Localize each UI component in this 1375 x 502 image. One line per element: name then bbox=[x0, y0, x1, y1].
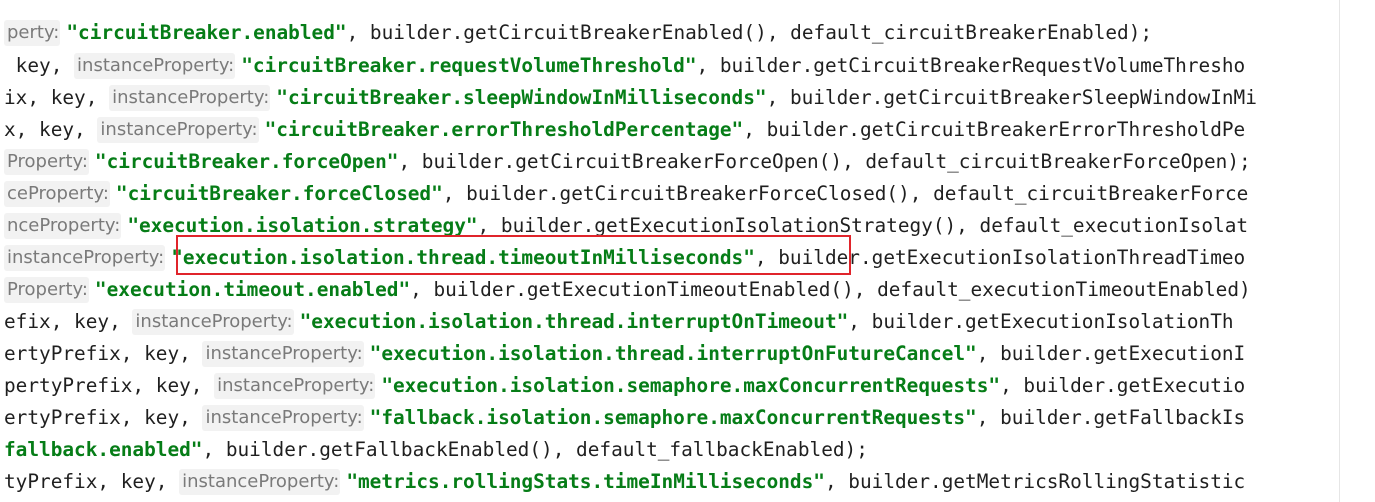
code-line-3[interactable]: ix, key, instanceProperty: "circuitBreake… bbox=[4, 82, 1257, 114]
code-rest: , builder.getExecutionTimeoutEnabled(), … bbox=[410, 278, 1251, 301]
code-line-5[interactable]: Property: "circuitBreaker.forceOpen", bui… bbox=[4, 146, 1251, 178]
property-key-string: "execution.timeout.enabled" bbox=[94, 278, 411, 301]
property-key-string: "execution.isolation.thread.timeoutInMil… bbox=[171, 246, 755, 269]
code-rest: , builder.getCircuitBreakerRequestVolume… bbox=[696, 54, 1246, 77]
code-prefix: efix, key, bbox=[4, 310, 133, 333]
code-line-13[interactable]: ertyPrefix, key, instanceProperty: "fallb… bbox=[4, 402, 1245, 434]
property-key-string: "circuitBreaker.forceOpen" bbox=[94, 150, 399, 173]
property-key-string: "circuitBreaker.errorThresholdPercentage… bbox=[264, 118, 744, 141]
property-key-string: "execution.isolation.thread.interruptOnF… bbox=[369, 342, 977, 365]
property-key-string: "execution.isolation.semaphore.maxConcur… bbox=[381, 374, 1001, 397]
parameter-hint: instanceProperty: bbox=[202, 405, 364, 431]
code-rest: , builder.getExecutionI bbox=[976, 342, 1246, 365]
property-key-string: "execution.isolation.thread.interruptOnT… bbox=[299, 310, 849, 333]
code-prefix: tyPrefix, key, bbox=[4, 470, 180, 493]
code-line-2[interactable]: key, instanceProperty: "circuitBreaker.re… bbox=[4, 50, 1245, 82]
code-rest: , builder.getCircuitBreakerEnabled(), de… bbox=[346, 21, 1153, 44]
property-key-string: "fallback.isolation.semaphore.maxConcurr… bbox=[369, 406, 977, 429]
parameter-hint: instanceProperty: bbox=[214, 373, 376, 399]
code-prefix: key, bbox=[4, 54, 75, 77]
parameter-hint: instanceProperty: bbox=[109, 85, 271, 111]
code-line-10[interactable]: efix, key, instanceProperty: "execution.i… bbox=[4, 306, 1234, 338]
parameter-hint: nceProperty: bbox=[4, 213, 122, 239]
parameter-hint: instanceProperty: bbox=[74, 53, 236, 79]
property-key-string: "execution.isolation.strategy" bbox=[127, 214, 478, 237]
code-rest: , builder.getExecutionIsolationThreadTim… bbox=[754, 246, 1246, 269]
code-rest: , builder.getFallbackIs bbox=[976, 406, 1246, 429]
code-line-4[interactable]: x, key, instanceProperty: "circuitBreaker… bbox=[4, 114, 1245, 146]
parameter-hint: instanceProperty: bbox=[202, 341, 364, 367]
code-line-14[interactable]: fallback.enabled", builder.getFallbackEn… bbox=[4, 434, 868, 466]
parameter-hint: Property: bbox=[4, 149, 89, 175]
parameter-hint: ceProperty: bbox=[4, 181, 110, 207]
code-rest: , builder.getMetricsRollingStatistic bbox=[824, 470, 1246, 493]
parameter-hint: instanceProperty: bbox=[179, 469, 341, 495]
parameter-hint: instanceProperty: bbox=[132, 309, 294, 335]
code-editor[interactable]: perty: "circuitBreaker.enabled", builder.… bbox=[0, 0, 1375, 502]
code-line-1[interactable]: perty: "circuitBreaker.enabled", builder.… bbox=[4, 17, 1152, 49]
property-key-string: "metrics.rollingStats.timeInMilliseconds… bbox=[346, 470, 825, 493]
property-key-string: "circuitBreaker.forceClosed" bbox=[115, 182, 443, 205]
code-prefix: pertyPrefix, key, bbox=[4, 374, 215, 397]
code-rest: , builder.getFallbackEnabled(), default_… bbox=[202, 438, 868, 461]
code-rest: , builder.getCircuitBreakerForceOpen(), … bbox=[398, 150, 1251, 173]
right-margin-guide bbox=[1339, 0, 1340, 502]
code-line-6[interactable]: ceProperty: "circuitBreaker.forceClosed",… bbox=[4, 178, 1248, 210]
code-line-8[interactable]: instanceProperty: "execution.isolation.th… bbox=[4, 242, 1245, 274]
code-prefix: x, key, bbox=[4, 118, 98, 141]
property-key-string: "circuitBreaker.enabled" bbox=[66, 21, 347, 44]
code-rest: , builder.getCircuitBreakerForceClosed()… bbox=[442, 182, 1249, 205]
property-key-string: "circuitBreaker.sleepWindowInMillisecond… bbox=[276, 86, 767, 109]
code-rest: , builder.getExecutionIsolationStrategy(… bbox=[477, 214, 1249, 237]
code-rest: , builder.getCircuitBreakerErrorThreshol… bbox=[743, 118, 1246, 141]
code-prefix: ertyPrefix, key, bbox=[4, 406, 203, 429]
property-key-string: fallback.enabled" bbox=[4, 438, 203, 461]
code-line-7[interactable]: nceProperty: "execution.isolation.strateg… bbox=[4, 210, 1248, 242]
code-prefix: ix, key, bbox=[4, 86, 110, 109]
code-line-15[interactable]: tyPrefix, key, instanceProperty: "metrics… bbox=[4, 466, 1245, 498]
code-line-9[interactable]: Property: "execution.timeout.enabled", bu… bbox=[4, 274, 1251, 306]
code-rest: , builder.getExecutio bbox=[1000, 374, 1246, 397]
parameter-hint: instanceProperty: bbox=[97, 117, 259, 143]
code-prefix: ertyPrefix, key, bbox=[4, 342, 203, 365]
parameter-hint: perty: bbox=[4, 20, 61, 46]
property-key-string: "circuitBreaker.requestVolumeThreshold" bbox=[241, 54, 697, 77]
code-rest: , builder.getCircuitBreakerSleepWindowIn… bbox=[766, 86, 1257, 109]
code-rest: , builder.getExecutionIsolationTh bbox=[848, 310, 1234, 333]
parameter-hint: instanceProperty: bbox=[4, 245, 166, 271]
code-line-11[interactable]: ertyPrefix, key, instanceProperty: "execu… bbox=[4, 338, 1245, 370]
parameter-hint: Property: bbox=[4, 277, 89, 303]
code-line-12[interactable]: pertyPrefix, key, instanceProperty: "exec… bbox=[4, 370, 1245, 402]
